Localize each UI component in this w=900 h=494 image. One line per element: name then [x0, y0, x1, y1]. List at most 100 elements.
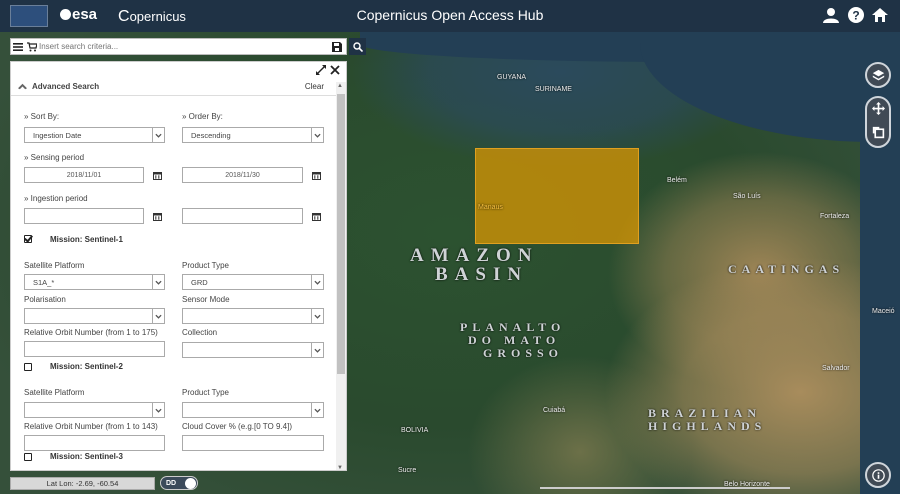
user-icon	[823, 8, 839, 23]
map-attribution	[540, 486, 790, 492]
sort-by-select[interactable]: Ingestion Date	[24, 127, 165, 143]
layers-button[interactable]	[865, 62, 891, 88]
sentinel-1-title: Mission: Sentinel-1	[50, 235, 123, 244]
s1-satellite-platform-select[interactable]: S1A_*	[24, 274, 165, 290]
ingestion-start-calendar-button[interactable]	[153, 212, 162, 221]
info-button[interactable]	[865, 462, 891, 488]
calendar-icon	[312, 213, 321, 221]
save-search-button[interactable]	[330, 39, 344, 54]
home-button[interactable]	[872, 7, 888, 23]
s2-satellite-platform-select[interactable]	[24, 402, 165, 418]
sensing-start-input[interactable]: 2018/11/01	[24, 167, 144, 183]
chevron-down-icon	[311, 128, 323, 142]
pan-button[interactable]	[872, 102, 885, 117]
map-label-basin: BASIN	[435, 264, 529, 285]
sentinel-2-checkbox[interactable]	[24, 363, 32, 371]
scroll-down-arrow[interactable]: ▼	[337, 465, 343, 470]
chevron-down-icon	[152, 309, 164, 323]
city-label: Fortaleza	[820, 213, 850, 220]
sensing-period-label: » Sensing period	[24, 153, 85, 162]
move-icon	[872, 102, 885, 115]
city-label: Sucre	[398, 467, 417, 474]
order-by-label: » Order By:	[182, 112, 223, 121]
ingestion-start-input[interactable]	[24, 208, 144, 224]
s1-collection-select[interactable]	[182, 342, 324, 358]
ingestion-end-calendar-button[interactable]	[312, 212, 321, 221]
advanced-search-panel: Advanced Search Clear ▲ ▼ » Sort By: Ing…	[10, 61, 347, 471]
city-label: Maceió	[872, 308, 895, 315]
sort-by-label: » Sort By:	[24, 112, 60, 121]
scroll-up-arrow[interactable]: ▲	[337, 83, 343, 89]
sentinel-3-checkbox[interactable]	[24, 453, 32, 461]
s1-product-type-label: Product Type	[182, 261, 229, 270]
s1-sensor-mode-select[interactable]	[182, 308, 324, 324]
calendar-icon	[312, 172, 321, 180]
chevron-down-icon	[152, 128, 164, 142]
search-input[interactable]	[39, 39, 330, 54]
chevron-up-icon	[18, 83, 27, 90]
panel-header[interactable]: Advanced Search	[18, 82, 99, 91]
city-label: São Luís	[733, 193, 761, 200]
ingestion-end-input[interactable]	[182, 208, 303, 224]
sentinel-1-checkbox[interactable]	[24, 235, 32, 243]
top-header: esa Copernicus Copernicus Open Access Hu…	[0, 0, 900, 32]
s1-polarisation-label: Polarisation	[24, 295, 66, 304]
close-icon[interactable]	[330, 65, 340, 75]
search-button[interactable]	[349, 38, 366, 55]
chevron-down-icon	[311, 343, 323, 357]
svg-text:?: ?	[852, 9, 859, 23]
calendar-icon	[153, 213, 162, 221]
save-icon	[332, 41, 342, 52]
s2-relative-orbit-input[interactable]	[24, 435, 165, 451]
dd-label: DD	[166, 479, 177, 487]
sensing-end-input[interactable]: 2018/11/30	[182, 167, 303, 183]
chevron-down-icon	[152, 275, 164, 289]
sensing-end-calendar-button[interactable]	[312, 171, 321, 180]
s2-product-type-select[interactable]	[182, 402, 324, 418]
order-by-select[interactable]: Descending	[182, 127, 324, 143]
user-button[interactable]	[823, 7, 839, 23]
panel-scrollbar[interactable]: ▲ ▼	[336, 82, 346, 470]
help-button[interactable]: ?	[848, 7, 864, 23]
search-icon	[352, 41, 363, 52]
s2-cloud-cover-input[interactable]	[182, 435, 324, 451]
cart-button[interactable]	[25, 39, 39, 54]
s1-relative-orbit-input[interactable]	[24, 341, 165, 357]
s2-cloud-cover-label: Cloud Cover % (e.g.[0 TO 9.4])	[182, 422, 292, 431]
area-of-interest-selection[interactable]	[475, 148, 639, 244]
s1-product-type-select[interactable]: GRD	[182, 274, 324, 290]
s2-product-type-label: Product Type	[182, 388, 229, 397]
clear-button[interactable]: Clear	[305, 82, 324, 91]
menu-button[interactable]	[11, 39, 25, 54]
s1-polarisation-select[interactable]	[24, 308, 165, 324]
city-label: Salvador	[822, 365, 850, 372]
s1-satellite-platform-value: S1A_*	[33, 277, 55, 287]
header-divider	[11, 95, 337, 96]
menu-icon	[13, 42, 23, 51]
chevron-down-icon	[152, 403, 164, 417]
expand-icon[interactable]	[316, 65, 326, 75]
search-bar	[10, 38, 347, 55]
s1-satellite-platform-label: Satellite Platform	[24, 261, 85, 270]
info-icon	[871, 468, 885, 482]
map-label-grosso: GROSSO	[483, 346, 564, 360]
city-label: SURINAME	[535, 86, 572, 93]
sentinel-3-title: Mission: Sentinel-3	[50, 452, 123, 461]
s1-product-type-value: GRD	[191, 277, 208, 287]
city-label: BOLIVIA	[401, 427, 429, 434]
scrollbar-thumb[interactable]	[337, 94, 345, 374]
map-label-caatingas: CAATINGAS	[728, 262, 845, 276]
coordinate-format-toggle[interactable]: DD	[160, 476, 198, 490]
sensing-start-calendar-button[interactable]	[153, 171, 162, 180]
chevron-down-icon	[311, 309, 323, 323]
s1-sensor-mode-label: Sensor Mode	[182, 295, 230, 304]
chevron-down-icon	[311, 275, 323, 289]
calendar-icon	[153, 172, 162, 180]
ingestion-period-label: » Ingestion period	[24, 194, 88, 203]
panel-title: Advanced Search	[32, 82, 100, 91]
map-label-highlands: HIGHLANDS	[648, 419, 767, 433]
chevron-down-icon	[311, 403, 323, 417]
select-area-button[interactable]	[872, 126, 885, 141]
toggle-knob	[185, 478, 196, 489]
select-area-icon	[872, 126, 885, 139]
